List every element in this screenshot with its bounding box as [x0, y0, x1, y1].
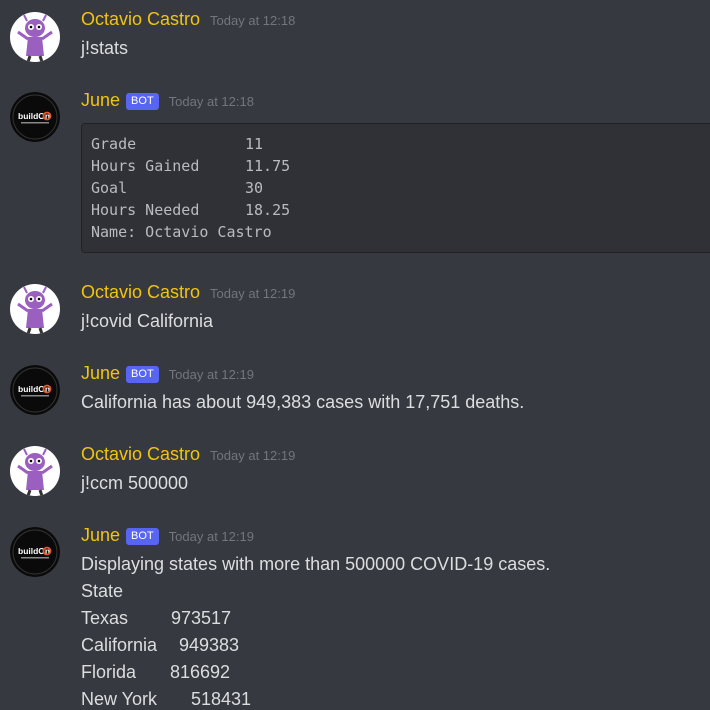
- bot-avatar[interactable]: buildOn: [10, 92, 60, 142]
- stat-row: Name: Octavio Castro: [91, 221, 710, 243]
- timestamp: Today at 12:19: [168, 529, 254, 544]
- user-avatar[interactable]: [10, 12, 60, 62]
- user-avatar[interactable]: [10, 284, 60, 334]
- state-cases: 816692: [170, 662, 231, 682]
- bot-tag: BOT: [126, 93, 159, 110]
- message-text: California has about 949,383 cases with …: [81, 392, 525, 412]
- stat-key: Hours Needed: [91, 201, 200, 219]
- stat-key: Name: Octavio Castro: [91, 223, 272, 241]
- bot-avatar[interactable]: buildOn: [10, 527, 60, 577]
- state-name: New York: [81, 689, 158, 709]
- message-text: j!ccm 500000: [81, 473, 189, 493]
- state-name: California: [81, 635, 158, 655]
- stats-codeblock: Grade 11 Hours Gained 11.75 Goal 30 Hour…: [81, 123, 710, 253]
- stat-row: Hours Needed 18.25: [91, 199, 710, 221]
- stat-key: Goal: [91, 179, 128, 197]
- bot-avatar[interactable]: buildOn: [10, 365, 60, 415]
- bot-tag: BOT: [126, 366, 159, 383]
- message-text: j!stats: [81, 38, 129, 58]
- state-cases: 949383: [179, 635, 240, 655]
- username[interactable]: Octavio Castro: [81, 444, 200, 465]
- state-row: Florida 816692: [81, 659, 550, 686]
- state-cases: 518431: [191, 689, 252, 709]
- username[interactable]: June: [81, 363, 120, 384]
- message-body: Displaying states with more than 500000 …: [81, 551, 550, 710]
- stat-row: Grade 11: [91, 133, 710, 155]
- user-avatar[interactable]: [10, 446, 60, 496]
- stat-row: Hours Gained 11.75: [91, 155, 710, 177]
- username[interactable]: Octavio Castro: [81, 282, 200, 303]
- timestamp: Today at 12:18: [210, 13, 296, 28]
- timestamp: Today at 12:19: [210, 286, 296, 301]
- stat-value: 18.25: [245, 201, 291, 219]
- username[interactable]: June: [81, 90, 120, 111]
- message-text: j!covid California: [81, 311, 214, 331]
- state-row: Texas 973517: [81, 605, 550, 632]
- state-name: Texas: [81, 608, 129, 628]
- stat-value: 11.75: [245, 157, 291, 175]
- stat-key: Hours Gained: [91, 157, 200, 175]
- username[interactable]: June: [81, 525, 120, 546]
- stat-row: Goal 30: [91, 177, 710, 199]
- state-cases: 973517: [171, 608, 232, 628]
- timestamp: Today at 12:19: [210, 448, 296, 463]
- username[interactable]: Octavio Castro: [81, 9, 200, 30]
- state-name: Florida: [81, 662, 137, 682]
- chat-messages: Octavio Castro Today at 12:18 j!stats bu…: [0, 0, 710, 710]
- stat-value: 30: [245, 179, 264, 197]
- state-row: California 949383: [81, 632, 550, 659]
- message-text: Displaying states with more than 500000 …: [81, 554, 551, 574]
- stat-key: Grade: [91, 135, 137, 153]
- stat-value: 11: [245, 135, 264, 153]
- timestamp: Today at 12:19: [168, 367, 254, 382]
- state-row: New York 518431: [81, 686, 550, 710]
- timestamp: Today at 12:18: [168, 94, 254, 109]
- bot-tag: BOT: [126, 528, 159, 545]
- table-header: State: [81, 581, 124, 601]
